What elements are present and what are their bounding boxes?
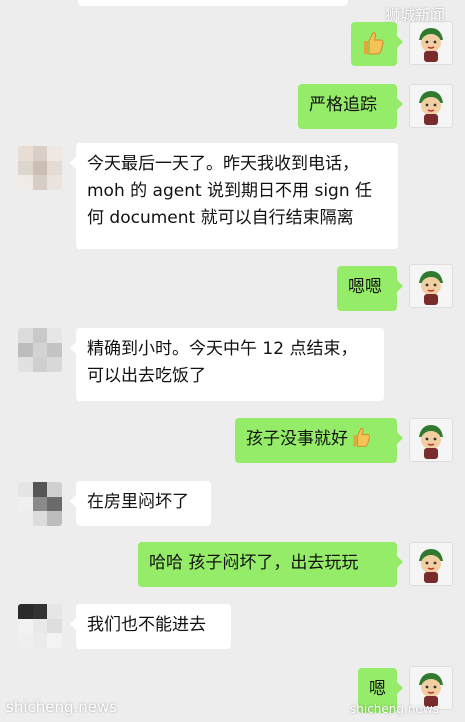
message-text: 嗯 (369, 679, 386, 699)
message-bubble-out[interactable]: 嗯嗯 (337, 266, 403, 311)
message-line: 今天最后一天了。昨天我收到电话， (87, 154, 359, 174)
message-bubble-in[interactable]: 精确到小时。今天中午 12 点结束， 可以出去吃饭了 (70, 328, 384, 401)
contact-avatar-blurred[interactable] (18, 146, 62, 190)
thumbs-up-icon (364, 32, 384, 55)
message-line: 精确到小时。今天中午 12 点结束， (87, 339, 358, 359)
message-text: 哈哈 孩子闷坏了，出去玩玩 (149, 553, 359, 573)
thumbs-up-icon (353, 427, 370, 447)
cartoon-boy-avatar-icon (419, 28, 443, 62)
message-bubble-in[interactable]: 我们也不能进去 (70, 604, 231, 649)
message-line: 我们也不能进去 (87, 615, 206, 635)
contact-avatar-blurred[interactable] (18, 328, 62, 372)
my-avatar[interactable] (409, 264, 453, 308)
message-bubble-out[interactable]: 严格追踪 (298, 84, 403, 129)
watermark-bottom-right: shicheng.news (350, 702, 439, 716)
watermark-top-right: 狮城新闻 (385, 6, 446, 24)
contact-avatar-blurred[interactable] (18, 482, 62, 526)
my-avatar[interactable] (409, 21, 453, 65)
message-text: 孩子没事就好 (246, 429, 348, 449)
my-avatar[interactable] (409, 84, 453, 128)
message-bubble-in[interactable]: 今天最后一天了。昨天我收到电话， moh 的 agent 说到期日不用 sign… (70, 143, 398, 249)
my-avatar[interactable] (409, 542, 453, 586)
cartoon-boy-avatar-icon (419, 91, 443, 125)
cartoon-boy-avatar-icon (419, 425, 443, 459)
cartoon-boy-avatar-icon (419, 549, 443, 583)
message-line: 何 document 就可以自行结束隔离 (87, 208, 354, 228)
message-line: 可以出去吃饭了 (87, 366, 206, 386)
message-bubble-out[interactable]: 哈哈 孩子闷坏了，出去玩玩 (138, 542, 403, 587)
message-bubble-in[interactable]: 在房里闷坏了 (70, 481, 211, 526)
message-bubble-out[interactable]: 孩子没事就好 (235, 418, 403, 463)
message-line: moh 的 agent 说到期日不用 sign 任 (87, 181, 373, 201)
message-bubble-partial[interactable] (78, 0, 348, 6)
message-line: 在房里闷坏了 (87, 492, 189, 512)
contact-avatar-blurred[interactable] (18, 604, 62, 648)
watermark-bottom-left: shicheng.news (6, 698, 118, 716)
message-text: 严格追踪 (309, 95, 377, 115)
cartoon-boy-avatar-icon (419, 271, 443, 305)
my-avatar[interactable] (409, 418, 453, 462)
message-bubble-thumbs-up[interactable] (351, 22, 403, 66)
message-text: 嗯嗯 (348, 277, 382, 297)
